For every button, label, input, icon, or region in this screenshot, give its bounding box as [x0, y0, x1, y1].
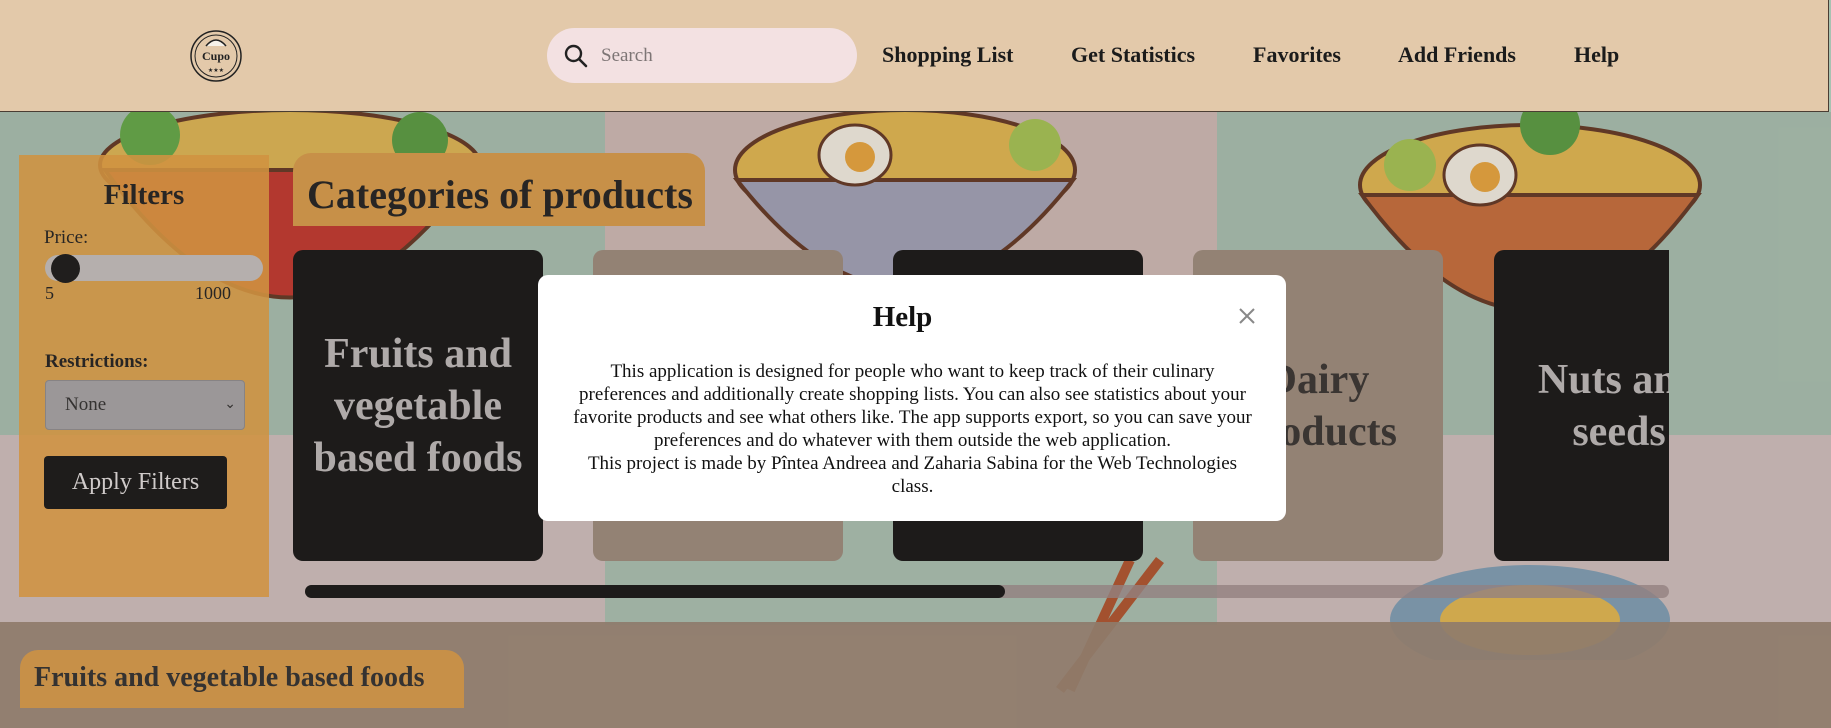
svg-text:★★★: ★★★: [208, 67, 224, 74]
close-icon[interactable]: [1236, 305, 1258, 327]
nav-help[interactable]: Help: [1574, 42, 1619, 68]
nav-add-friends[interactable]: Add Friends: [1398, 42, 1516, 68]
search-input[interactable]: [601, 44, 831, 67]
help-modal-body: This application is designed for people …: [573, 361, 1252, 497]
search-bar[interactable]: [547, 28, 857, 83]
top-navbar: Cupo ★★★ Shopping List Get Statistics Fa…: [0, 0, 1829, 112]
search-icon: [564, 44, 588, 67]
nav-get-statistics[interactable]: Get Statistics: [1071, 42, 1195, 68]
logo[interactable]: Cupo ★★★: [188, 28, 244, 84]
logo-text: Cupo: [202, 49, 230, 63]
help-modal-title: Help: [872, 301, 933, 333]
help-modal: Help This application is designed for pe…: [538, 275, 1286, 521]
nav-shopping-list[interactable]: Shopping List: [882, 42, 1013, 68]
nav-favorites[interactable]: Favorites: [1253, 42, 1341, 68]
